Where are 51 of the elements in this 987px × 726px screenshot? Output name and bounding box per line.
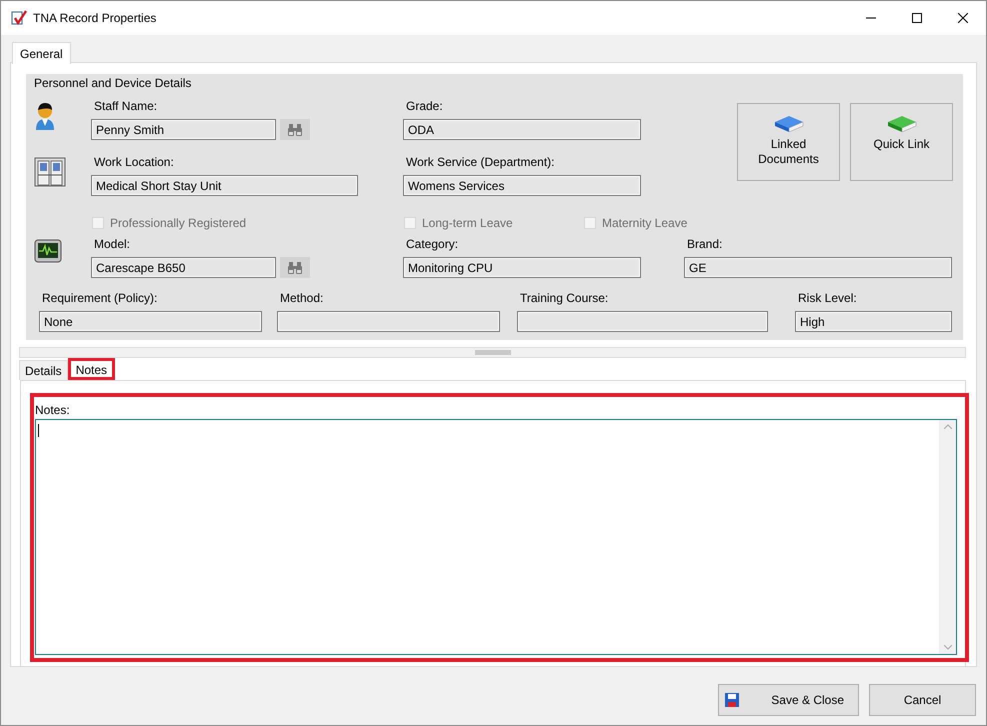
save-button[interactable]: Save & Close [718, 684, 859, 716]
monitor-icon [34, 239, 62, 265]
lookup-button[interactable] [280, 257, 310, 278]
field-label: Brand: [686, 237, 724, 251]
checkbox-label: Maternity Leave [602, 216, 688, 230]
text-field[interactable]: High [795, 311, 952, 332]
field-label: Requirement (Policy): [41, 291, 158, 305]
close-icon[interactable] [958, 13, 968, 23]
checkbox-label: Professionally Registered [110, 216, 246, 230]
scrollbar[interactable] [939, 420, 956, 654]
field-label: Staff Name: [93, 99, 158, 113]
window-title: TNA Record Properties [33, 11, 158, 25]
book-icon [772, 114, 804, 134]
checkbox-label: Long-term Leave [422, 216, 513, 230]
doors-icon [34, 157, 66, 187]
document-check-icon [11, 10, 27, 26]
cancel-button[interactable]: Cancel [869, 684, 976, 716]
maximize-button[interactable] [912, 13, 922, 23]
tab[interactable]: Notes [68, 358, 116, 380]
text-field[interactable] [517, 311, 768, 332]
tab[interactable]: Details [19, 360, 68, 380]
text-field[interactable]: Penny Smith [91, 119, 276, 140]
field-label: Notes: [35, 403, 71, 417]
person-icon [34, 101, 56, 131]
field-label: Risk Level: [797, 291, 858, 305]
field-label: Model: [93, 237, 132, 251]
field-label: Work Service (Department): [405, 155, 556, 169]
field-label: Method: [279, 291, 324, 305]
text-field[interactable]: Carescape B650 [91, 257, 276, 278]
text-field[interactable]: ODA [403, 119, 641, 140]
toolbar-button[interactable]: Quick Link [850, 103, 953, 181]
tab[interactable]: General [12, 42, 71, 64]
text-field[interactable] [277, 311, 500, 332]
book-icon [886, 114, 918, 134]
group-title: Personnel and Device Details [34, 76, 192, 91]
field-label: Training Course: [519, 291, 610, 305]
binoculars-icon [287, 122, 303, 136]
field-label: Category: [405, 237, 460, 251]
text-field[interactable]: GE [684, 257, 952, 278]
binoculars-icon [287, 260, 303, 274]
field-label: Work Location: [93, 155, 175, 169]
text-field[interactable]: Monitoring CPU [403, 257, 641, 278]
text-field[interactable]: Womens Services [403, 175, 641, 196]
scroll-up-icon[interactable] [944, 424, 952, 429]
text-field[interactable]: Medical Short Stay Unit [91, 175, 358, 196]
toolbar-button[interactable]: Linked Documents [737, 103, 840, 181]
lookup-button[interactable] [280, 119, 310, 140]
text-field[interactable]: None [39, 311, 262, 332]
field-label: Grade: [405, 99, 444, 113]
splitter-grip[interactable] [474, 350, 510, 355]
scroll-down-icon[interactable] [944, 645, 952, 650]
